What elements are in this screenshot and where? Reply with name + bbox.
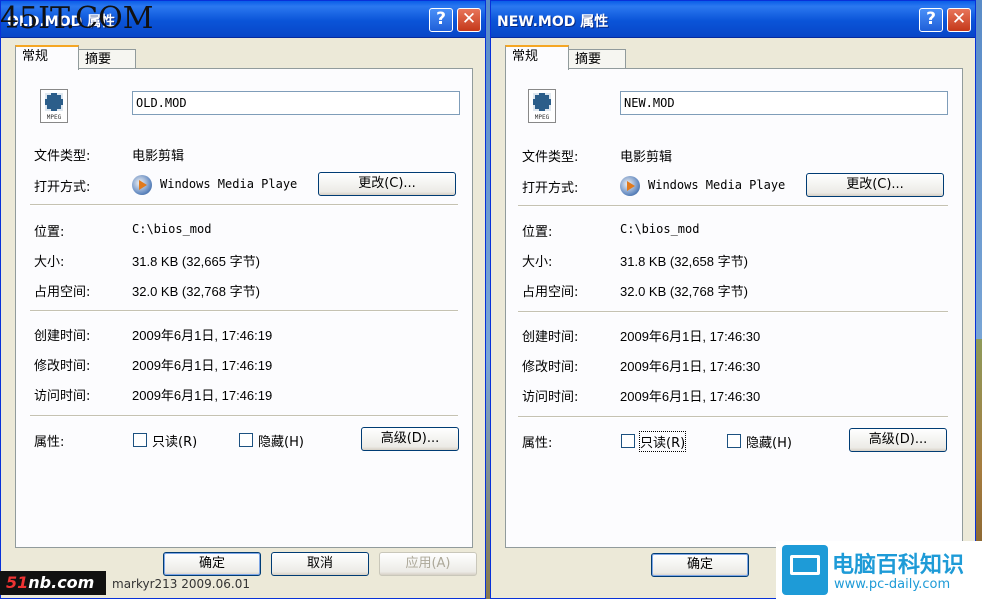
filename-input[interactable] [620,91,948,115]
created-value: 2009年6月1日, 17:46:19 [132,328,273,343]
accessed-value: 2009年6月1日, 17:46:30 [620,389,761,404]
location-label: 位置: [522,225,553,240]
apply-button[interactable]: 应用(A) [379,552,477,576]
cancel-button[interactable]: 取消 [271,552,369,576]
mpeg-file-icon: MPEG [528,89,556,123]
close-button[interactable]: ✕ [457,8,481,32]
separator [30,204,458,206]
watermark-pc-daily-url: www.pc-daily.com [834,577,951,592]
tab-general[interactable]: 常规 [505,45,569,70]
file-type-label: 文件类型: [34,149,91,164]
advanced-button[interactable]: 高级(D)... [361,427,459,451]
old-mod-properties-window: OLD.MOD 属性 ? ✕ 常规 摘要 MPEG 文件类型: 电影剪辑 打开方… [0,0,486,599]
separator [518,205,948,207]
modified-label: 修改时间: [522,360,579,375]
windows-media-player-icon [620,176,640,196]
tab-general[interactable]: 常规 [15,45,79,70]
attributes-label: 属性: [34,435,65,450]
ok-button[interactable]: 确定 [163,552,261,576]
open-with-value: Windows Media Playe [160,177,298,191]
size-value: 31.8 KB (32,658 字节) [620,254,748,269]
file-type-label: 文件类型: [522,150,579,165]
watermark-pc-daily-title: 电脑百科知识 [832,553,965,578]
window-title: NEW.MOD 属性 [497,14,609,30]
size-on-disk-label: 占用空间: [522,285,579,300]
size-on-disk-value: 32.0 KB (32,768 字节) [132,284,260,299]
attributes-label: 属性: [522,436,553,451]
created-label: 创建时间: [34,329,91,344]
watermark-51nb-logo: 51nb.com [0,571,106,595]
modified-label: 修改时间: [34,359,91,374]
separator [518,416,948,418]
hidden-label[interactable]: 隐藏(H) [258,431,304,450]
readonly-label[interactable]: 只读(R) [152,431,197,450]
open-with-label: 打开方式: [522,181,579,196]
accessed-value: 2009年6月1日, 17:46:19 [132,388,273,403]
help-button[interactable]: ? [919,8,943,32]
ok-button[interactable]: 确定 [651,553,749,577]
created-label: 创建时间: [522,330,579,345]
monitor-logo-icon [782,545,828,595]
file-type-value: 电影剪辑 [620,149,673,164]
change-button[interactable]: 更改(C)... [318,172,456,196]
readonly-label[interactable]: 只读(R) [638,431,687,452]
tab-summary[interactable]: 摘要 [568,49,626,69]
watermark-45it: 45IT.COM [0,1,154,36]
general-panel: MPEG 文件类型: 电影剪辑 打开方式: Windows Media Play… [15,68,473,548]
hidden-checkbox[interactable] [239,433,253,447]
accessed-label: 访问时间: [522,390,579,405]
open-with-label: 打开方式: [34,180,91,195]
new-mod-properties-window: NEW.MOD 属性 ? ✕ 常规 摘要 MPEG 文件类型: 电影剪辑 打开方… [490,0,976,599]
open-with-value: Windows Media Playe [648,178,786,192]
windows-media-player-icon [132,175,152,195]
location-label: 位置: [34,225,65,240]
modified-value: 2009年6月1日, 17:46:30 [620,359,761,374]
size-value: 31.8 KB (32,665 字节) [132,254,260,269]
hidden-label[interactable]: 隐藏(H) [746,432,792,451]
size-label: 大小: [34,255,65,270]
file-type-value: 电影剪辑 [132,148,185,163]
advanced-button[interactable]: 高级(D)... [849,428,947,452]
size-on-disk-value: 32.0 KB (32,768 字节) [620,284,748,299]
readonly-checkbox[interactable] [621,434,635,448]
separator [518,311,948,313]
size-on-disk-label: 占用空间: [34,285,91,300]
modified-value: 2009年6月1日, 17:46:19 [132,358,273,373]
filename-input[interactable] [132,91,460,115]
created-value: 2009年6月1日, 17:46:30 [620,329,761,344]
watermark-author-date: markyr213 2009.06.01 [112,577,250,591]
title-bar[interactable]: NEW.MOD 属性 ? ✕ [491,1,975,38]
change-button[interactable]: 更改(C)... [806,173,944,197]
accessed-label: 访问时间: [34,389,91,404]
hidden-checkbox[interactable] [727,434,741,448]
location-value: C:\bios_mod [132,222,212,236]
close-button[interactable]: ✕ [947,8,971,32]
size-label: 大小: [522,255,553,270]
general-panel: MPEG 文件类型: 电影剪辑 打开方式: Windows Media Play… [505,68,963,548]
tab-summary[interactable]: 摘要 [78,49,136,69]
help-button[interactable]: ? [429,8,453,32]
location-value: C:\bios_mod [620,222,700,236]
separator [30,310,458,312]
readonly-checkbox[interactable] [133,433,147,447]
watermark-pc-daily: 电脑百科知识 www.pc-daily.com [776,541,982,599]
separator [30,415,458,417]
mpeg-file-icon: MPEG [40,89,68,123]
